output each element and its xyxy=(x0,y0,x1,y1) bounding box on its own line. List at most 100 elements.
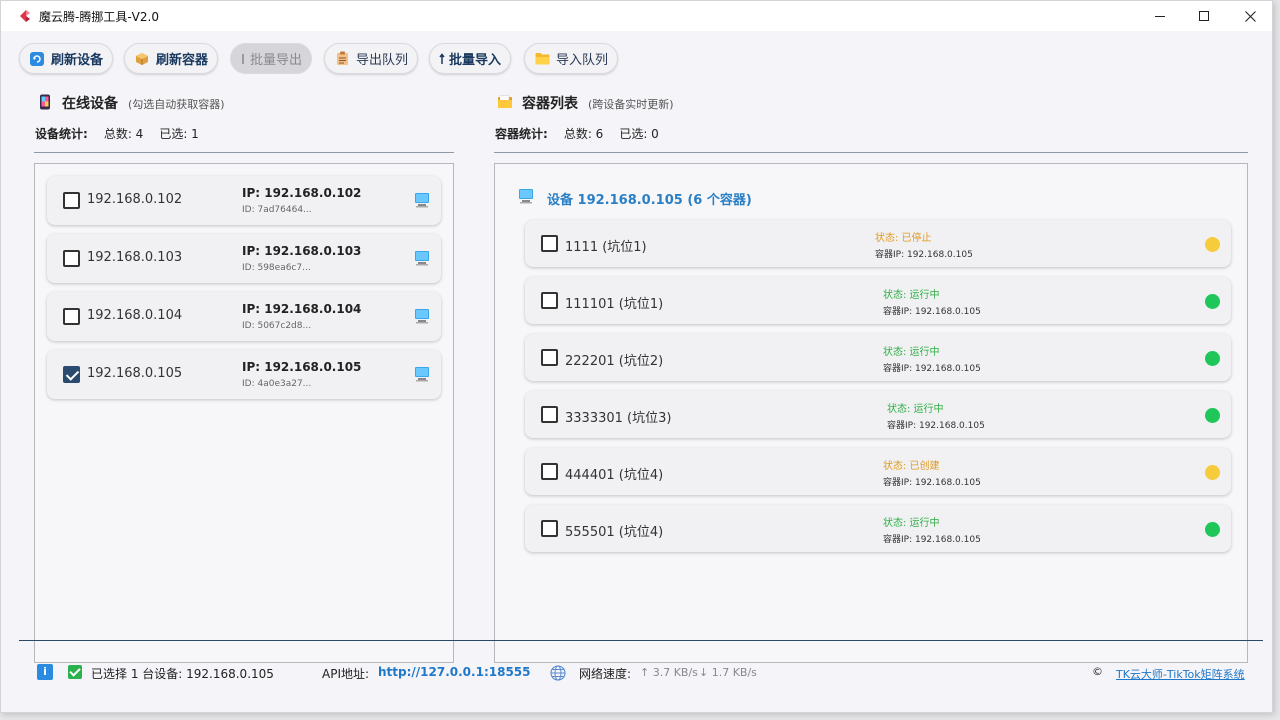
close-icon xyxy=(1244,10,1256,22)
close-button[interactable] xyxy=(1227,1,1273,31)
container-ip: 容器IP: 192.168.0.105 xyxy=(883,307,981,317)
window-title: 魔云腾-腾挪工具-V2.0 xyxy=(39,10,159,24)
computer-icon xyxy=(415,367,429,382)
devices-stats-label: 设备统计: xyxy=(35,127,88,141)
devices-total: 总数: 4 xyxy=(103,127,144,141)
device-ip: IP: 192.168.0.102 xyxy=(242,186,362,200)
export-icon xyxy=(240,51,246,67)
batch-import-label: 批量导入 xyxy=(449,53,502,68)
device-card[interactable]: 192.168.0.105 IP: 192.168.0.105 ID: 4a0e… xyxy=(47,350,441,399)
copyright-link[interactable]: TK云大师-TikTok矩阵系统 xyxy=(1116,666,1245,682)
batch-export-label: 批量导出 xyxy=(250,53,303,68)
check-icon xyxy=(68,665,82,679)
refresh-containers-button[interactable]: 刷新容器 xyxy=(124,43,219,74)
container-status: 状态: 运行中 xyxy=(883,290,940,301)
device-ip: IP: 192.168.0.103 xyxy=(242,244,362,258)
network-label: 网络速度: xyxy=(579,667,632,681)
container-status: 状态: 运行中 xyxy=(883,518,940,529)
folder-icon xyxy=(498,95,512,108)
maximize-icon xyxy=(1199,11,1209,21)
container-status: 状态: 已创建 xyxy=(883,461,940,472)
container-card[interactable]: 3333301 (坑位3) 状态: 运行中 容器IP: 192.168.0.10… xyxy=(525,391,1231,438)
app-window: 魔云腾-腾挪工具-V2.0 刷新设备 刷新容器 批量导出 导出队列 批量导入 导… xyxy=(0,0,1273,713)
container-checkbox[interactable] xyxy=(541,406,558,423)
containers-header: 容器列表 (跨设备实时更新) xyxy=(497,92,674,113)
container-ip: 容器IP: 192.168.0.105 xyxy=(887,421,985,431)
containers-selected: 已选: 0 xyxy=(619,127,659,141)
containers-stats-label: 容器统计: xyxy=(495,127,548,141)
container-card[interactable]: 444401 (坑位4) 状态: 已创建 容器IP: 192.168.0.105 xyxy=(525,448,1231,495)
device-name: 192.168.0.103 xyxy=(87,250,183,265)
computer-icon xyxy=(415,251,429,266)
batch-export-button[interactable]: 批量导出 xyxy=(230,43,313,74)
container-card[interactable]: 111101 (坑位1) 状态: 运行中 容器IP: 192.168.0.105 xyxy=(525,277,1231,324)
container-checkbox[interactable] xyxy=(541,349,558,366)
container-status: 状态: 运行中 xyxy=(883,347,940,358)
selection-status: 已选择 1 台设备: 192.168.0.105 xyxy=(91,667,274,681)
computer-icon xyxy=(415,309,429,324)
container-ip: 容器IP: 192.168.0.105 xyxy=(883,478,981,488)
device-id: ID: 598ea6c7... xyxy=(242,263,311,273)
status-dot xyxy=(1205,294,1220,309)
devices-selected: 已选: 1 xyxy=(159,127,199,141)
status-dot xyxy=(1205,351,1220,366)
container-card[interactable]: 1111 (坑位1) 状态: 已停止 容器IP: 192.168.0.105 xyxy=(525,220,1231,267)
container-card[interactable]: 555501 (坑位4) 状态: 运行中 容器IP: 192.168.0.105 xyxy=(525,505,1231,552)
api-label: API地址: xyxy=(322,667,370,681)
device-card[interactable]: 192.168.0.103 IP: 192.168.0.103 ID: 598e… xyxy=(47,234,441,283)
info-icon: i xyxy=(37,664,53,680)
container-card[interactable]: 222201 (坑位2) 状态: 运行中 容器IP: 192.168.0.105 xyxy=(525,334,1231,381)
globe-icon xyxy=(550,665,566,681)
computer-icon xyxy=(415,193,429,208)
device-ip: IP: 192.168.0.104 xyxy=(242,302,362,316)
copyright-symbol: © xyxy=(1092,665,1103,678)
minimize-button[interactable] xyxy=(1137,1,1183,31)
device-checkbox[interactable] xyxy=(63,192,80,209)
refresh-containers-label: 刷新容器 xyxy=(156,53,209,68)
device-name: 192.168.0.102 xyxy=(87,192,183,207)
device-card[interactable]: 192.168.0.104 IP: 192.168.0.104 ID: 5067… xyxy=(47,292,441,341)
status-dot xyxy=(1205,522,1220,537)
container-name: 1111 (坑位1) xyxy=(565,240,647,255)
api-url[interactable]: http://127.0.0.1:18555 xyxy=(378,665,531,679)
status-dot xyxy=(1205,408,1220,423)
status-bar: i 已选择 1 台设备: 192.168.0.105 API地址: http:/… xyxy=(1,661,1272,685)
devices-stats: 设备统计: 总数: 4 已选: 1 xyxy=(35,125,199,142)
device-card[interactable]: 192.168.0.102 IP: 192.168.0.102 ID: 7ad7… xyxy=(47,176,441,225)
containers-panel: 设备 192.168.0.105 (6 个容器) 1111 (坑位1) 状态: … xyxy=(494,163,1248,663)
export-queue-label: 导出队列 xyxy=(356,53,409,68)
refresh-devices-button[interactable]: 刷新设备 xyxy=(19,43,114,74)
batch-import-button[interactable]: 批量导入 xyxy=(429,43,512,74)
import-queue-button[interactable]: 导入队列 xyxy=(524,43,619,74)
container-checkbox[interactable] xyxy=(541,520,558,537)
status-dot xyxy=(1205,237,1220,252)
network-download: ↓ 1.7 KB/s xyxy=(699,666,757,679)
container-checkbox[interactable] xyxy=(541,292,558,309)
devices-header: 在线设备 (勾选自动获取容器) xyxy=(37,92,225,113)
devices-title: 在线设备 xyxy=(62,96,118,112)
device-checkbox[interactable] xyxy=(63,250,80,267)
clipboard-icon xyxy=(334,51,350,67)
device-checkbox[interactable] xyxy=(63,366,80,383)
device-checkbox[interactable] xyxy=(63,308,80,325)
maximize-button[interactable] xyxy=(1181,1,1227,31)
folder-icon xyxy=(534,51,550,67)
network-upload: ↑ 3.7 KB/s xyxy=(640,666,698,679)
container-status: 状态: 运行中 xyxy=(887,404,944,415)
import-queue-label: 导入队列 xyxy=(556,53,609,68)
containers-subtitle: (跨设备实时更新) xyxy=(588,98,674,111)
computer-icon xyxy=(519,189,533,204)
containers-stats: 容器统计: 总数: 6 已选: 0 xyxy=(495,125,659,142)
refresh-devices-label: 刷新设备 xyxy=(51,53,104,68)
export-queue-button[interactable]: 导出队列 xyxy=(324,43,419,74)
box-icon xyxy=(134,51,150,67)
container-name: 111101 (坑位1) xyxy=(565,297,664,312)
device-id: ID: 7ad76464... xyxy=(242,205,312,215)
status-dot xyxy=(1205,465,1220,480)
devices-panel: 192.168.0.102 IP: 192.168.0.102 ID: 7ad7… xyxy=(34,163,454,663)
device-name: 192.168.0.105 xyxy=(87,366,183,381)
container-name: 555501 (坑位4) xyxy=(565,525,664,540)
container-checkbox[interactable] xyxy=(541,235,558,252)
container-checkbox[interactable] xyxy=(541,463,558,480)
import-icon xyxy=(439,51,445,67)
